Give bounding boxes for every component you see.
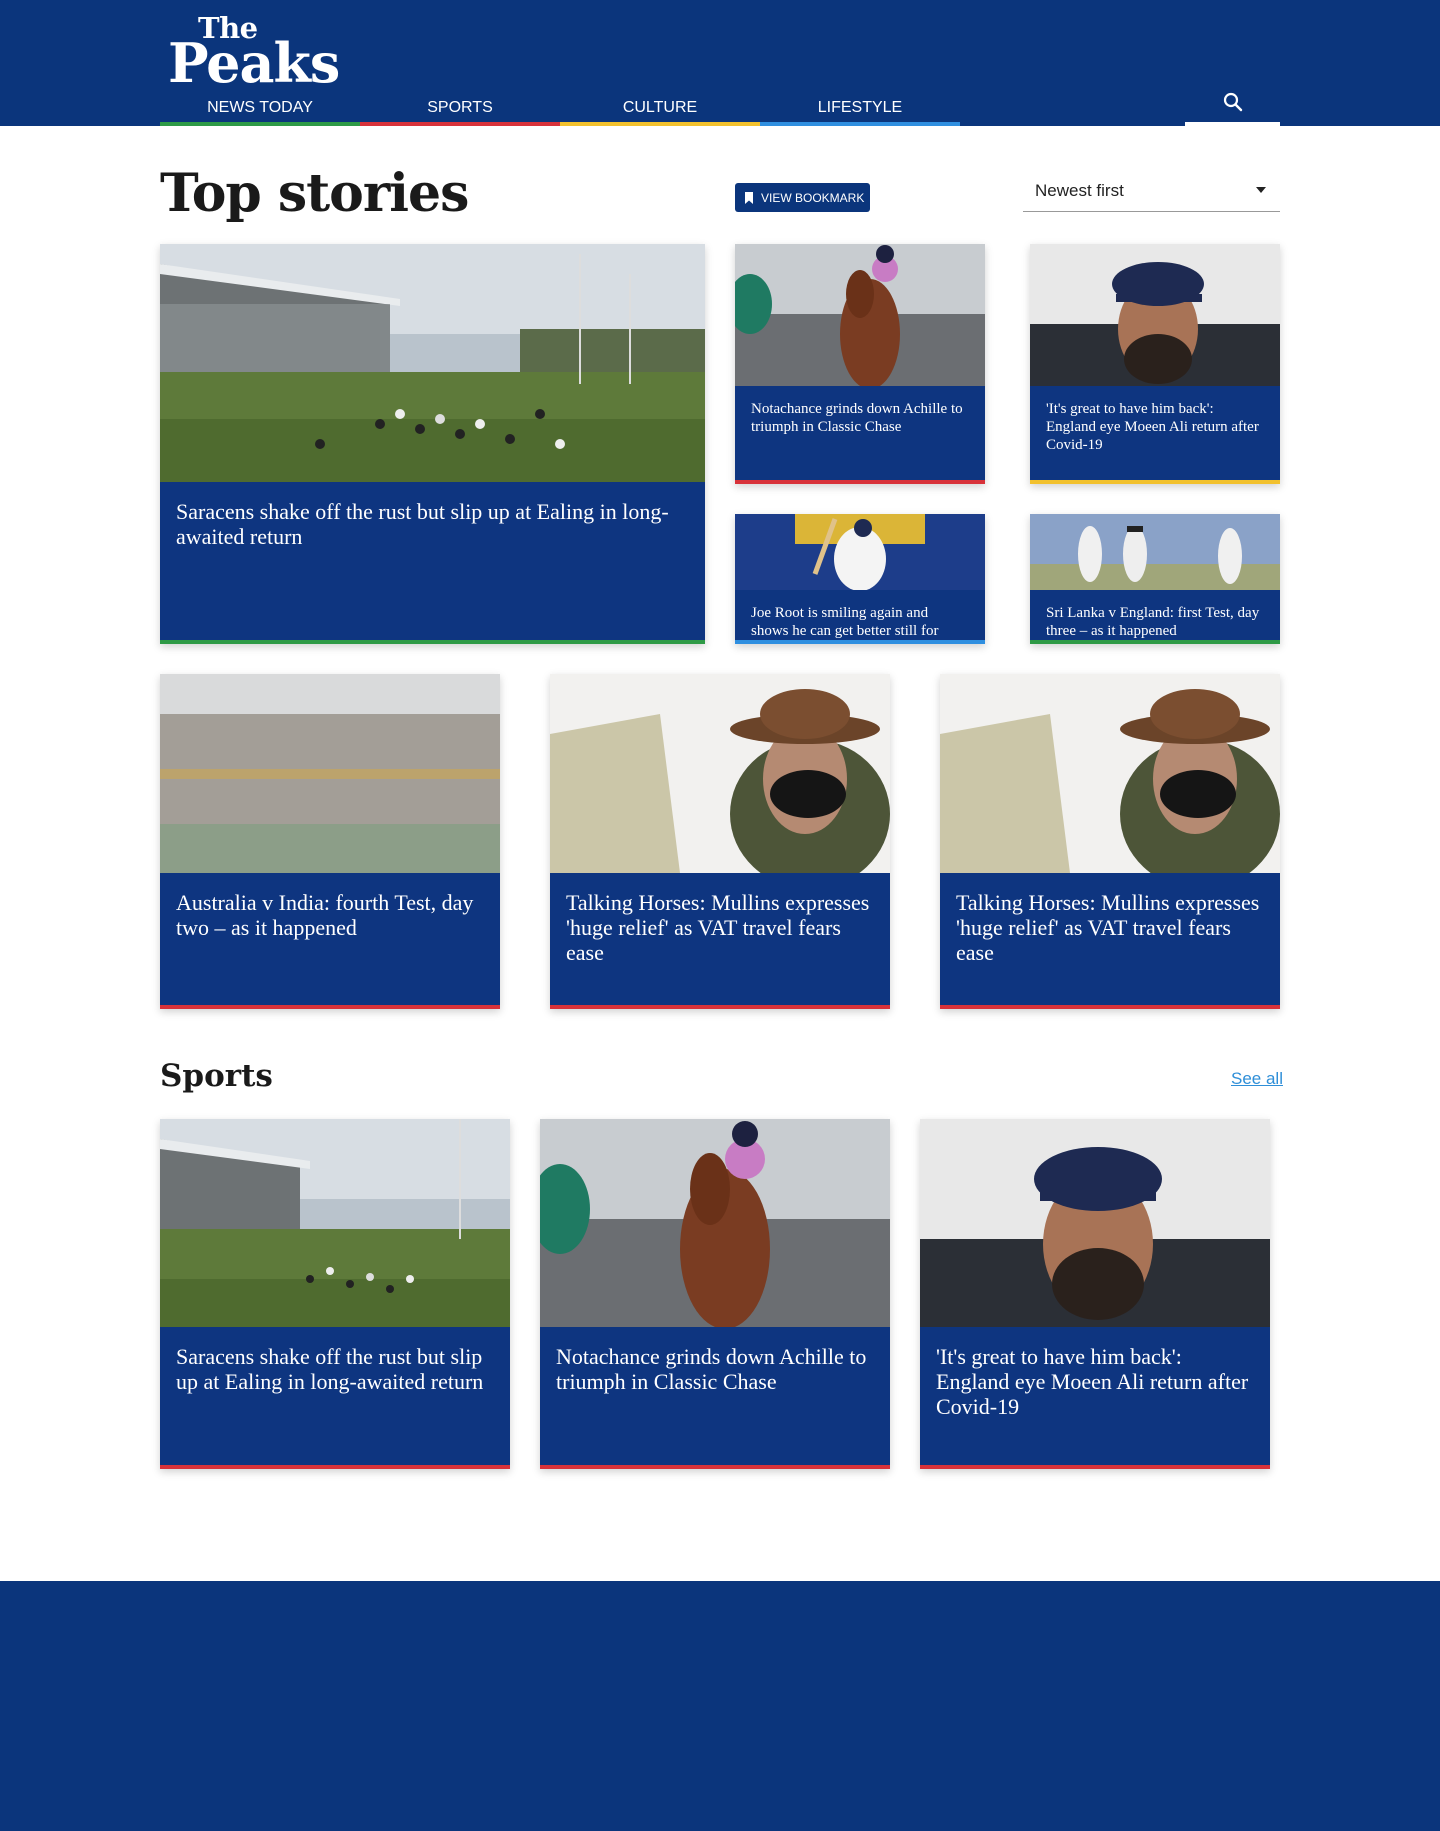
- nav-item-lifestyle[interactable]: LIFESTYLE: [760, 96, 960, 126]
- category-stripe: [920, 1465, 1270, 1469]
- logo-line-2: Peaks: [168, 31, 340, 95]
- story-card-small[interactable]: Notachance grinds down Achille to triump…: [735, 244, 985, 484]
- category-stripe: [550, 1005, 890, 1009]
- story-image-cricketer: [1030, 244, 1280, 386]
- story-image-horse: [735, 244, 985, 386]
- story-image-rugby: [160, 1119, 510, 1327]
- story-headline: Notachance grinds down Achille to triump…: [540, 1327, 890, 1469]
- story-image-cricketer: [920, 1119, 1270, 1327]
- story-image-trainer: [550, 674, 890, 873]
- nav-item-culture[interactable]: CULTURE: [560, 96, 760, 126]
- story-headline: Australia v India: fourth Test, day two …: [160, 873, 500, 1009]
- story-headline: Notachance grinds down Achille to triump…: [735, 386, 985, 484]
- story-image-trainer: [940, 674, 1280, 873]
- section-title-sports: Sports: [160, 1058, 273, 1094]
- story-headline: 'It's great to have him back': England e…: [920, 1327, 1270, 1469]
- category-stripe: [160, 1465, 510, 1469]
- story-headline: Joe Root is smiling again and shows he c…: [735, 590, 985, 644]
- category-stripe: [540, 1465, 890, 1469]
- story-headline: Sri Lanka v England: first Test, day thr…: [1030, 590, 1280, 644]
- story-headline: Talking Horses: Mullins expresses 'huge …: [550, 873, 890, 1009]
- nav-item-news-today[interactable]: NEWS TODAY: [160, 96, 360, 126]
- page-title: Top stories: [160, 163, 469, 224]
- sports-card[interactable]: Saracens shake off the rust but slip up …: [160, 1119, 510, 1469]
- category-stripe: [735, 480, 985, 484]
- site-logo[interactable]: The Peaks: [168, 14, 340, 95]
- category-stripe: [940, 1005, 1280, 1009]
- story-card-featured[interactable]: Saracens shake off the rust but slip up …: [160, 244, 705, 644]
- story-headline: 'It's great to have him back': England e…: [1030, 386, 1280, 484]
- search-button[interactable]: [1185, 86, 1280, 126]
- story-card-medium[interactable]: Talking Horses: Mullins expresses 'huge …: [940, 674, 1280, 1009]
- site-footer: [0, 1581, 1440, 1831]
- site-header: The Peaks NEWS TODAY SPORTS CULTURE LIFE…: [0, 0, 1440, 126]
- story-card-medium[interactable]: Australia v India: fourth Test, day two …: [160, 674, 500, 1009]
- story-image-horse: [540, 1119, 890, 1327]
- search-icon: [1223, 92, 1242, 112]
- sports-card[interactable]: 'It's great to have him back': England e…: [920, 1119, 1270, 1469]
- story-card-medium[interactable]: Talking Horses: Mullins expresses 'huge …: [550, 674, 890, 1009]
- story-image-rugby: [160, 244, 705, 482]
- category-stripe: [160, 640, 705, 644]
- nav-item-sports[interactable]: SPORTS: [360, 96, 560, 126]
- story-headline: Saracens shake off the rust but slip up …: [160, 1327, 510, 1469]
- sort-dropdown[interactable]: Newest first: [1023, 172, 1280, 212]
- see-all-link[interactable]: See all: [1231, 1069, 1283, 1089]
- story-image-stadium: [160, 674, 500, 873]
- bookmark-icon: [745, 191, 753, 204]
- chevron-down-icon: [1256, 187, 1266, 193]
- story-card-small[interactable]: Joe Root is smiling again and shows he c…: [735, 514, 985, 644]
- category-stripe: [735, 640, 985, 644]
- view-bookmark-label: VIEW BOOKMARK: [761, 190, 865, 205]
- story-headline: Saracens shake off the rust but slip up …: [160, 482, 705, 644]
- sort-value: Newest first: [1035, 181, 1124, 200]
- category-stripe: [160, 1005, 500, 1009]
- story-card-small[interactable]: Sri Lanka v England: first Test, day thr…: [1030, 514, 1280, 644]
- story-image-test-match: [1030, 514, 1280, 590]
- story-image-batsman: [735, 514, 985, 590]
- story-card-small[interactable]: 'It's great to have him back': England e…: [1030, 244, 1280, 484]
- story-headline: Talking Horses: Mullins expresses 'huge …: [940, 873, 1280, 1009]
- sports-card[interactable]: Notachance grinds down Achille to triump…: [540, 1119, 890, 1469]
- category-stripe: [1030, 480, 1280, 484]
- view-bookmark-button[interactable]: VIEW BOOKMARK: [735, 183, 871, 212]
- category-stripe: [1030, 640, 1280, 644]
- main-nav: NEWS TODAY SPORTS CULTURE LIFESTYLE: [160, 96, 960, 126]
